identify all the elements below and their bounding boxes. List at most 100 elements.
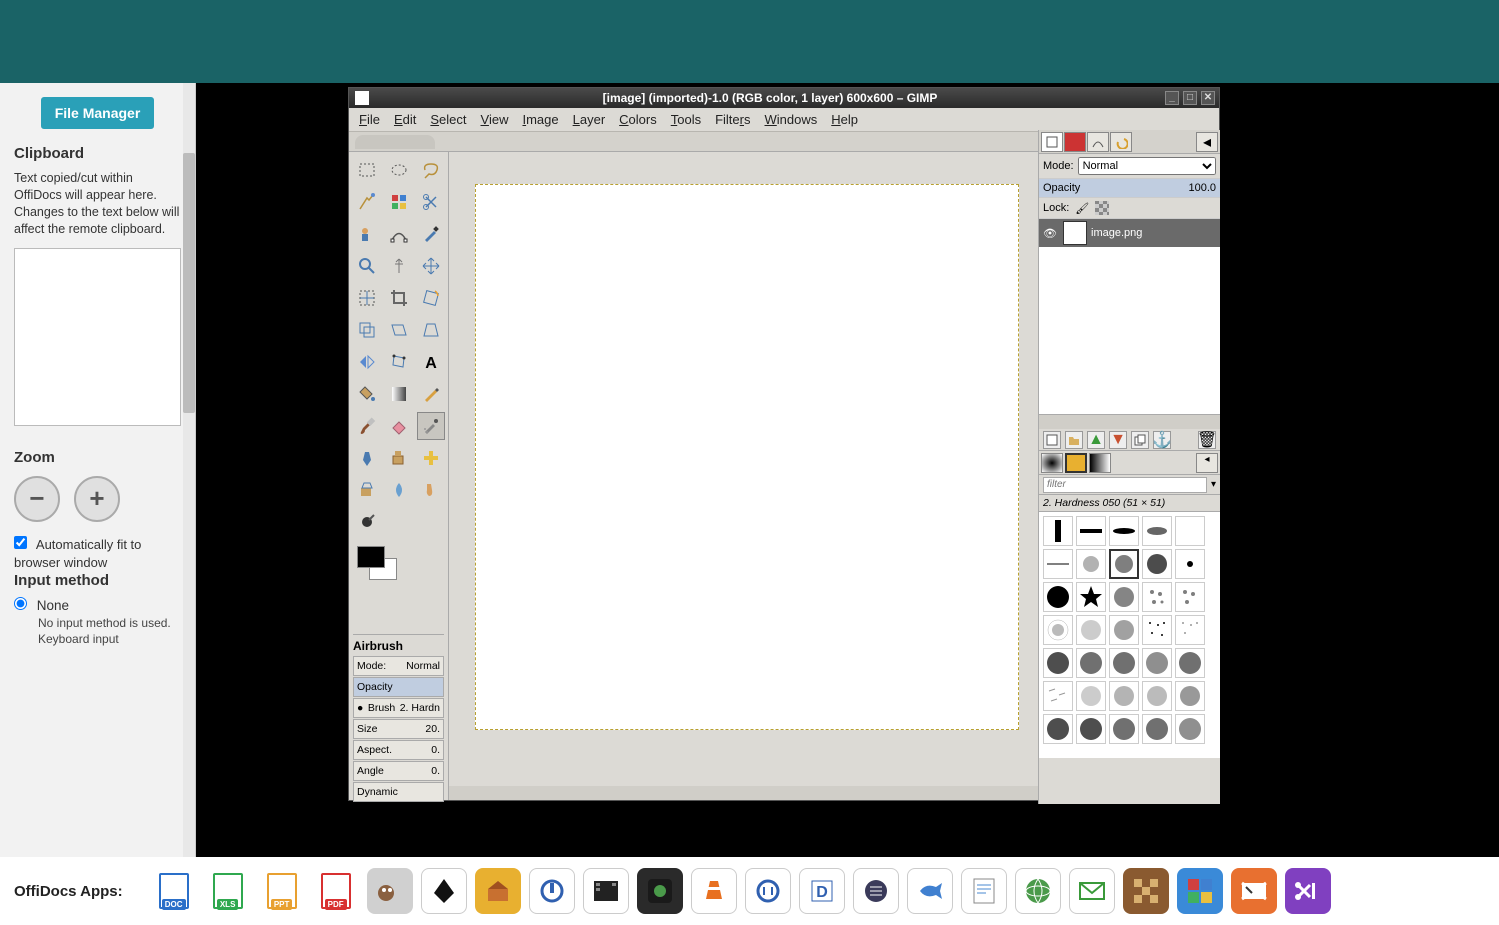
dodge-tool[interactable] bbox=[353, 508, 381, 536]
cage-tool[interactable] bbox=[385, 348, 413, 376]
scale-tool[interactable] bbox=[353, 316, 381, 344]
color-picker-tool[interactable] bbox=[417, 220, 445, 248]
scissors-tool[interactable] bbox=[417, 188, 445, 216]
close-button[interactable]: ✕ bbox=[1201, 91, 1215, 105]
measure-tool[interactable] bbox=[385, 252, 413, 280]
layers-empty-area[interactable] bbox=[1039, 247, 1220, 415]
blur-tool[interactable] bbox=[385, 476, 413, 504]
brushes-tab[interactable] bbox=[1041, 453, 1063, 473]
app-vlc[interactable] bbox=[691, 868, 737, 914]
app-firefox[interactable] bbox=[1015, 868, 1061, 914]
foreground-select-tool[interactable] bbox=[353, 220, 381, 248]
brush-swatch[interactable] bbox=[1043, 615, 1073, 645]
brush-swatch[interactable] bbox=[1142, 681, 1172, 711]
lower-layer-button[interactable]: ▼ bbox=[1109, 431, 1127, 449]
brush-swatch[interactable] bbox=[1142, 582, 1172, 612]
mode-row[interactable]: Mode:Normal bbox=[353, 656, 444, 676]
brush-swatch[interactable] bbox=[1175, 714, 1205, 744]
menu-view[interactable]: View bbox=[481, 112, 509, 127]
brush-swatch[interactable] bbox=[1109, 648, 1139, 678]
clipboard-textarea[interactable] bbox=[14, 248, 181, 426]
sidebar-scrollbar-thumb[interactable] bbox=[183, 153, 195, 413]
paintbrush-tool[interactable] bbox=[353, 412, 381, 440]
clone-tool[interactable] bbox=[385, 444, 413, 472]
duplicate-layer-button[interactable] bbox=[1131, 431, 1149, 449]
app-xls[interactable]: XLS bbox=[205, 868, 251, 914]
zoom-out-button[interactable]: − bbox=[14, 476, 60, 522]
brush-filter-input[interactable] bbox=[1043, 477, 1207, 493]
brush-swatch[interactable] bbox=[1043, 549, 1073, 579]
app-ppt[interactable]: PPT bbox=[259, 868, 305, 914]
app-edit2[interactable] bbox=[1285, 868, 1331, 914]
brush-swatch[interactable] bbox=[1109, 714, 1139, 744]
brush-swatch[interactable] bbox=[1076, 681, 1106, 711]
brush-swatch[interactable] bbox=[1109, 516, 1139, 546]
layer-thumbnail[interactable] bbox=[1063, 221, 1087, 245]
zoom-in-button[interactable]: + bbox=[74, 476, 120, 522]
app-clementine[interactable] bbox=[745, 868, 791, 914]
layer-mode-select[interactable]: Normal bbox=[1078, 157, 1216, 175]
brush-swatch[interactable] bbox=[1076, 549, 1106, 579]
app-audacity[interactable] bbox=[529, 868, 575, 914]
app-chess[interactable] bbox=[1123, 868, 1169, 914]
opacity-row[interactable]: Opacity bbox=[353, 677, 444, 697]
maximize-button[interactable]: □ bbox=[1183, 91, 1197, 105]
brush-swatch[interactable] bbox=[1175, 549, 1205, 579]
align-tool[interactable] bbox=[353, 284, 381, 312]
airbrush-tool[interactable] bbox=[417, 412, 445, 440]
brush-swatch[interactable] bbox=[1043, 681, 1073, 711]
new-group-button[interactable] bbox=[1065, 431, 1083, 449]
layer-row[interactable]: 👁 image.png bbox=[1039, 219, 1220, 247]
layers-tab[interactable] bbox=[1041, 132, 1063, 152]
brush-swatch[interactable] bbox=[1043, 516, 1073, 546]
bucket-fill-tool[interactable] bbox=[353, 380, 381, 408]
brush-dock-menu[interactable]: ◂ bbox=[1196, 453, 1218, 473]
eraser-tool[interactable] bbox=[385, 412, 413, 440]
perspective-clone-tool[interactable] bbox=[353, 476, 381, 504]
minimize-button[interactable]: _ bbox=[1165, 91, 1179, 105]
brush-swatch[interactable] bbox=[1109, 681, 1139, 711]
app-sweet[interactable] bbox=[475, 868, 521, 914]
paths-tool[interactable] bbox=[385, 220, 413, 248]
menu-select[interactable]: Select bbox=[430, 112, 466, 127]
blend-tool[interactable] bbox=[385, 380, 413, 408]
brush-swatch[interactable] bbox=[1175, 516, 1205, 546]
layer-visibility-icon[interactable]: 👁 bbox=[1041, 227, 1059, 240]
aspect-row[interactable]: Aspect.0. bbox=[353, 740, 444, 760]
brush-swatch[interactable] bbox=[1142, 516, 1172, 546]
app-inkscape[interactable] bbox=[421, 868, 467, 914]
channels-tab[interactable] bbox=[1064, 132, 1086, 152]
brush-swatch[interactable] bbox=[1175, 615, 1205, 645]
menu-windows[interactable]: Windows bbox=[765, 112, 818, 127]
brush-swatch[interactable] bbox=[1142, 648, 1172, 678]
heal-tool[interactable] bbox=[417, 444, 445, 472]
zoom-tool[interactable] bbox=[353, 252, 381, 280]
paths-tab[interactable] bbox=[1087, 132, 1109, 152]
app-openshot[interactable] bbox=[583, 868, 629, 914]
input-none-radio[interactable] bbox=[14, 597, 27, 610]
menu-help[interactable]: Help bbox=[831, 112, 858, 127]
window-titlebar[interactable]: [image] (imported)-1.0 (RGB color, 1 lay… bbox=[349, 88, 1219, 108]
smudge-tool[interactable] bbox=[417, 476, 445, 504]
menu-tools[interactable]: Tools bbox=[671, 112, 701, 127]
brush-swatch[interactable] bbox=[1076, 714, 1106, 744]
brush-swatch[interactable] bbox=[1043, 714, 1073, 744]
dock-menu-button[interactable]: ◂ bbox=[1196, 132, 1218, 152]
brush-swatch[interactable] bbox=[1043, 648, 1073, 678]
app-gedit[interactable] bbox=[961, 868, 1007, 914]
app-pdf[interactable]: PDF bbox=[313, 868, 359, 914]
menu-filters[interactable]: Filters bbox=[715, 112, 750, 127]
canvas[interactable] bbox=[475, 184, 1019, 730]
app-gimp[interactable] bbox=[367, 868, 413, 914]
fg-color-swatch[interactable] bbox=[357, 546, 385, 568]
brush-swatch[interactable] bbox=[1076, 516, 1106, 546]
brush-swatch[interactable] bbox=[1109, 615, 1139, 645]
menu-edit[interactable]: Edit bbox=[394, 112, 416, 127]
app-doc[interactable]: DOC bbox=[151, 868, 197, 914]
ellipse-select-tool[interactable] bbox=[385, 156, 413, 184]
rotate-tool[interactable] bbox=[417, 284, 445, 312]
app-pix[interactable] bbox=[1177, 868, 1223, 914]
brush-swatch[interactable] bbox=[1076, 582, 1106, 612]
brush-swatch[interactable] bbox=[1175, 681, 1205, 711]
lock-alpha-icon[interactable] bbox=[1095, 201, 1109, 215]
